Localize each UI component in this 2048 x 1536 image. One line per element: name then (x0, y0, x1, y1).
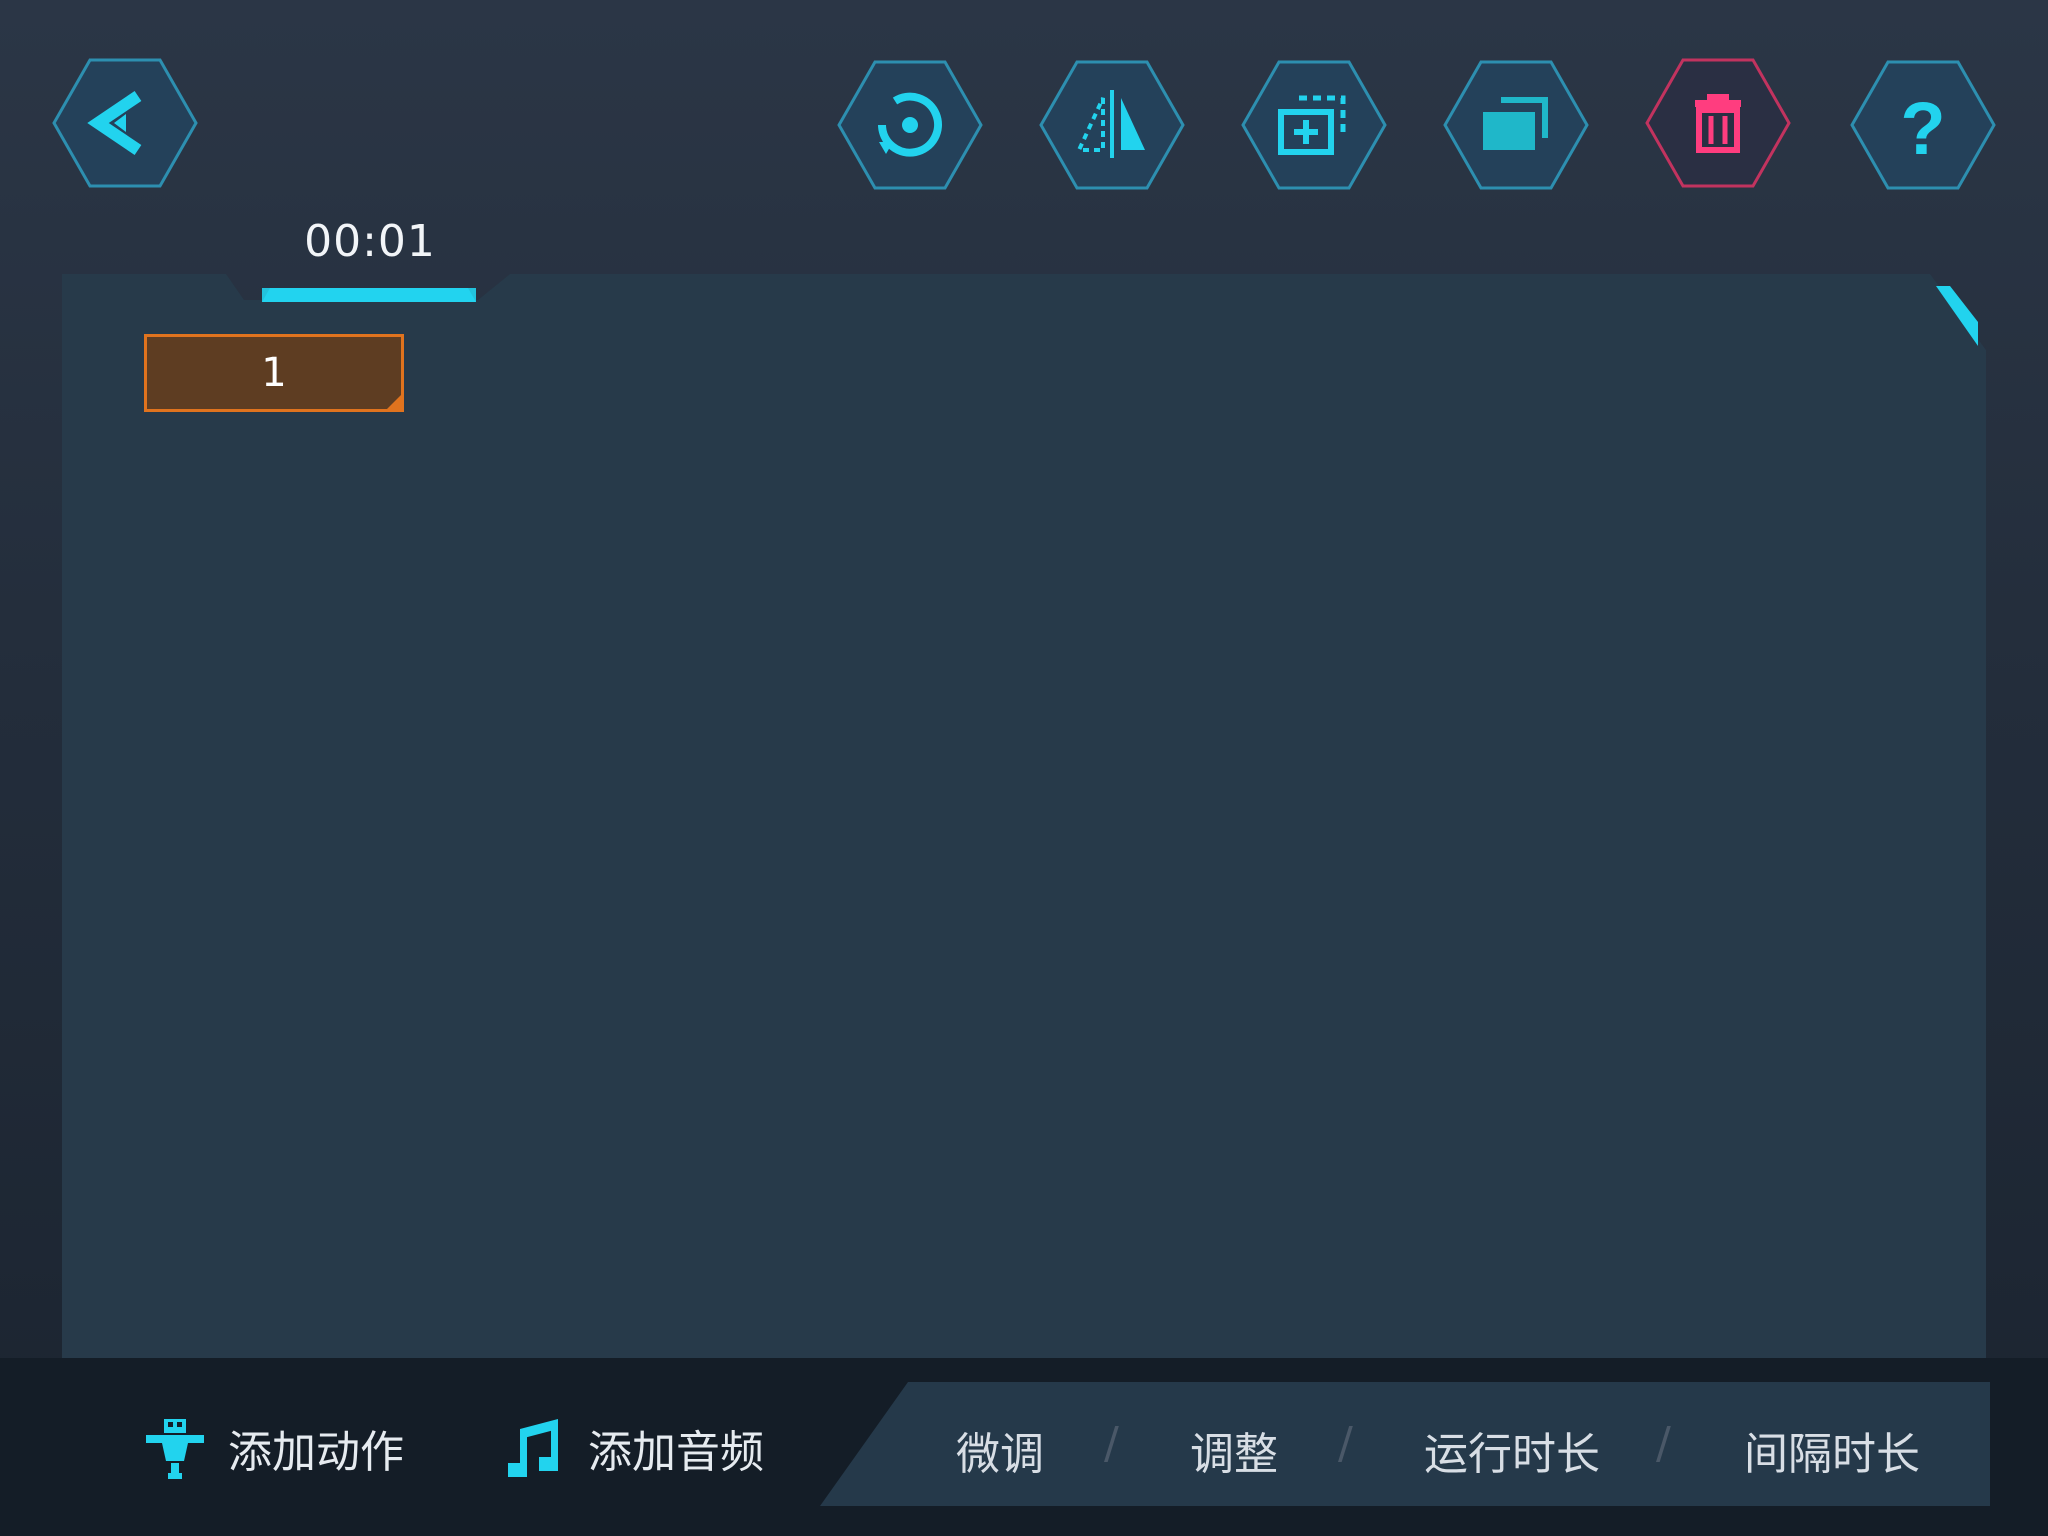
reset-button[interactable] (835, 58, 985, 192)
mirror-flip-icon (1039, 60, 1185, 190)
trash-icon (1645, 58, 1791, 188)
add-audio-label: 添加音频 (588, 1427, 764, 1478)
music-note-icon (500, 1413, 570, 1483)
frame-block[interactable]: 1 (144, 334, 404, 412)
current-time-label: 00:01 (304, 216, 436, 267)
tab-run-duration[interactable]: 运行时长 (1424, 1418, 1600, 1482)
add-action-label: 添加动作 (228, 1427, 404, 1478)
add-frame-button[interactable] (1239, 58, 1389, 192)
delete-button[interactable] (1643, 56, 1793, 190)
help-icon: ? (1850, 60, 1996, 190)
frame-label: 1 (261, 350, 287, 396)
mirror-button[interactable] (1037, 58, 1187, 192)
help-glyph: ? (1900, 87, 1945, 170)
resize-handle[interactable] (386, 394, 402, 410)
tab-separator: / (1338, 1418, 1353, 1469)
add-action-button[interactable]: 添加动作 (140, 1408, 404, 1488)
tab-fine-tune[interactable]: 微调 (956, 1418, 1044, 1482)
copy-icon (1443, 60, 1589, 190)
tab-interval-duration[interactable]: 间隔时长 (1744, 1418, 1920, 1482)
tab-adjust[interactable]: 调整 (1190, 1418, 1278, 1482)
robot-icon (140, 1413, 210, 1483)
rotate-reset-icon (837, 60, 983, 190)
help-button[interactable]: ? (1848, 58, 1998, 192)
add-frame-icon (1241, 60, 1387, 190)
back-button[interactable] (50, 56, 200, 190)
tab-separator: / (1656, 1418, 1671, 1469)
copy-button[interactable] (1441, 58, 1591, 192)
tab-separator: / (1104, 1418, 1119, 1469)
back-arrow-icon (52, 58, 198, 188)
add-audio-button[interactable]: 添加音频 (500, 1408, 764, 1488)
